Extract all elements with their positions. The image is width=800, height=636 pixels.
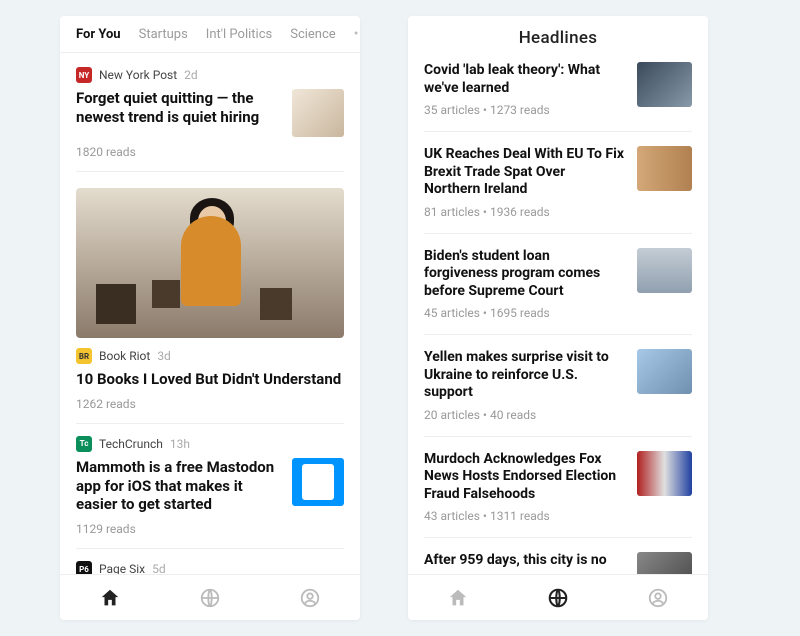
headline-meta: 20 articles • 40 reads <box>424 408 625 422</box>
source-icon: Tc <box>76 436 92 452</box>
source-row: Tc TechCrunch 13h <box>76 436 344 452</box>
source-time: 2d <box>184 68 198 82</box>
nav-bar <box>408 574 708 620</box>
article-reads: 1820 reads <box>76 145 344 159</box>
headline-title: Murdoch Acknowledges Fox News Hosts Endo… <box>424 451 625 504</box>
headline-item[interactable]: Covid 'lab leak theory': What we've lear… <box>424 58 692 132</box>
source-name: Page Six <box>99 562 145 574</box>
article-item[interactable]: Tc TechCrunch 13h Mammoth is a free Mast… <box>76 424 344 549</box>
source-icon: BR <box>76 348 92 364</box>
nav-globe-icon[interactable] <box>547 587 569 609</box>
headline-thumbnail <box>637 451 692 496</box>
headline-item[interactable]: Biden's student loan forgiveness program… <box>424 234 692 336</box>
headline-thumbnail <box>637 552 692 574</box>
headline-title: UK Reaches Deal With EU To Fix Brexit Tr… <box>424 146 625 199</box>
source-name: Book Riot <box>99 349 150 363</box>
source-time: 3d <box>157 349 171 363</box>
headline-item[interactable]: Yellen makes surprise visit to Ukraine t… <box>424 335 692 437</box>
phone-feed: For You Startups Int'l Politics Science … <box>60 16 360 620</box>
article-reads: 1129 reads <box>76 522 344 536</box>
headline-title: Yellen makes surprise visit to Ukraine t… <box>424 349 625 402</box>
headlines-title: Headlines <box>408 16 708 58</box>
tab-startups[interactable]: Startups <box>139 27 188 42</box>
headline-thumbnail <box>637 62 692 107</box>
source-row: P6 Page Six 5d <box>76 561 344 574</box>
article-hero-image <box>76 188 344 338</box>
headline-title: Biden's student loan forgiveness program… <box>424 248 625 301</box>
nav-globe-icon[interactable] <box>199 587 221 609</box>
headline-thumbnail <box>637 146 692 191</box>
phone-headlines: Headlines Covid 'lab leak theory': What … <box>408 16 708 620</box>
article-title: Mammoth is a free Mastodon app for iOS t… <box>76 458 282 514</box>
nav-profile-icon[interactable] <box>299 587 321 609</box>
headline-item[interactable]: Murdoch Acknowledges Fox News Hosts Endo… <box>424 437 692 539</box>
article-reads: 1262 reads <box>76 397 344 411</box>
nav-bar <box>60 574 360 620</box>
article-title: 10 Books I Loved But Didn't Understand <box>76 370 344 389</box>
headline-meta: 81 articles • 1936 reads <box>424 205 625 219</box>
headline-title: Covid 'lab leak theory': What we've lear… <box>424 62 625 97</box>
tab-science[interactable]: Science <box>290 27 335 42</box>
article-item[interactable]: NY New York Post 2d Forget quiet quittin… <box>76 53 344 172</box>
source-row: BR Book Riot 3d <box>76 348 344 364</box>
nav-home-icon[interactable] <box>99 587 121 609</box>
headline-thumbnail <box>637 349 692 394</box>
source-icon: P6 <box>76 561 92 574</box>
headlines-scroll[interactable]: Covid 'lab leak theory': What we've lear… <box>408 58 708 574</box>
headline-meta: 35 articles • 1273 reads <box>424 103 625 117</box>
tab-intl-politics[interactable]: Int'l Politics <box>206 27 272 42</box>
headline-item[interactable]: After 959 days, this city is no <box>424 538 692 574</box>
article-thumbnail <box>292 458 344 506</box>
source-name: New York Post <box>99 68 177 82</box>
article-item[interactable]: BR Book Riot 3d 10 Books I Loved But Did… <box>76 172 344 424</box>
source-time: 13h <box>170 437 190 451</box>
nav-profile-icon[interactable] <box>647 587 669 609</box>
more-tabs-icon[interactable]: ••• <box>354 26 360 42</box>
source-time: 5d <box>152 562 166 574</box>
article-thumbnail <box>292 89 344 137</box>
feed-scroll[interactable]: NY New York Post 2d Forget quiet quittin… <box>60 53 360 574</box>
tab-for-you[interactable]: For You <box>76 27 121 42</box>
headline-item[interactable]: UK Reaches Deal With EU To Fix Brexit Tr… <box>424 132 692 234</box>
headline-title: After 959 days, this city is no <box>424 552 625 570</box>
article-title: Forget quiet quitting — the newest trend… <box>76 89 282 127</box>
source-name: TechCrunch <box>99 437 163 451</box>
source-icon: NY <box>76 67 92 83</box>
headline-thumbnail <box>637 248 692 293</box>
source-row: NY New York Post 2d <box>76 67 344 83</box>
nav-home-icon[interactable] <box>447 587 469 609</box>
headline-meta: 43 articles • 1311 reads <box>424 509 625 523</box>
headline-meta: 45 articles • 1695 reads <box>424 306 625 320</box>
article-item[interactable]: P6 Page Six 5d Julia Fox wears nothing b… <box>76 549 344 574</box>
tab-bar: For You Startups Int'l Politics Science … <box>60 16 360 53</box>
